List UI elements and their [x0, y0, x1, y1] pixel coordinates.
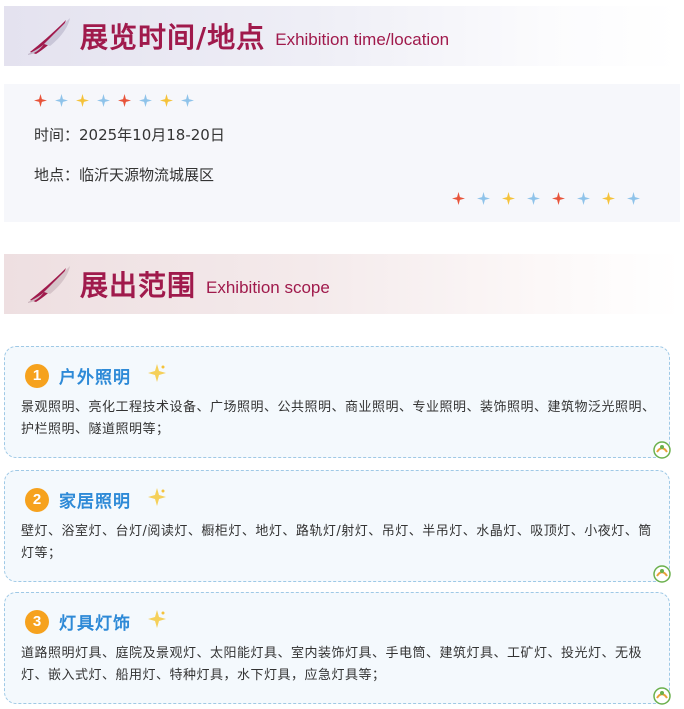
sparkle-icon — [97, 94, 110, 107]
sparkle-icon — [139, 94, 152, 107]
card-header: 3 灯具灯饰 — [25, 609, 167, 634]
number-badge: 2 — [25, 487, 49, 512]
scope-card-home-lighting: 2 家居照明 壁灯、浴室灯、台灯/阅读灯、橱柜灯、地灯、路轨灯/射灯、吊灯、半吊… — [4, 470, 671, 583]
brush-logo-icon — [28, 18, 70, 55]
sparkle-icon — [527, 192, 540, 205]
small-logo-icon — [653, 687, 671, 705]
card-description: 道路照明灯具、庭院及景观灯、太阳能灯具、室内装饰灯具、手电筒、建筑灯具、工矿灯、… — [21, 646, 643, 683]
small-logo-icon — [653, 441, 671, 459]
sparkle-icon — [76, 94, 89, 107]
sparkle-icon — [160, 94, 173, 107]
section-banner-time-location: 展览时间/地点 Exhibition time/location — [4, 6, 680, 66]
card-description: 景观照明、亮化工程技术设备、广场照明、公共照明、商业照明、专业照明、装饰照明、建… — [21, 400, 656, 437]
exhibition-time: 时间：2025年10月18-20日 — [34, 126, 225, 144]
small-logo-icon — [653, 565, 671, 583]
star-sparkle-icon — [148, 609, 166, 628]
star-sparkle-icon — [148, 487, 166, 506]
sparkle-icon — [452, 192, 465, 205]
card-description: 壁灯、浴室灯、台灯/阅读灯、橱柜灯、地灯、路轨灯/射灯、吊灯、半吊灯、水晶灯、吸… — [21, 524, 652, 561]
sparkle-icon — [55, 94, 68, 107]
sparkle-icon — [502, 192, 515, 205]
sparkle-row-top — [34, 94, 194, 107]
section-subtitle: Exhibition scope — [206, 278, 330, 297]
card-header: 2 家居照明 — [25, 487, 167, 512]
sparkle-icon — [577, 192, 590, 205]
scope-card-outdoor-lighting: 1 户外照明 景观照明、亮化工程技术设备、广场照明、公共照明、商业照明、专业照明… — [4, 346, 671, 459]
number-badge: 3 — [25, 609, 49, 634]
number-badge: 1 — [25, 363, 49, 388]
sparkle-icon — [118, 94, 131, 107]
card-header: 1 户外照明 — [25, 363, 167, 388]
section-title: 展出范围 — [80, 269, 197, 302]
card-title: 家居照明 — [59, 492, 131, 512]
exhibition-location: 地点：临沂天源物流城展区 — [34, 166, 215, 184]
card-title: 灯具灯饰 — [59, 614, 131, 634]
sparkle-icon — [34, 94, 47, 107]
sparkle-icon — [627, 192, 640, 205]
sparkle-row-bottom — [452, 192, 640, 205]
section-title: 展览时间/地点 — [80, 21, 266, 54]
sparkle-icon — [602, 192, 615, 205]
time-location-box: 时间：2025年10月18-20日 地点：临沂天源物流城展区 — [4, 84, 680, 222]
sparkle-icon — [552, 192, 565, 205]
section-subtitle: Exhibition time/location — [275, 30, 450, 49]
card-title: 户外照明 — [59, 368, 131, 388]
star-sparkle-icon — [148, 363, 166, 382]
sparkle-icon — [477, 192, 490, 205]
sparkle-icon — [181, 94, 194, 107]
scope-card-lamps-decor: 3 灯具灯饰 道路照明灯具、庭院及景观灯、太阳能灯具、室内装饰灯具、手电筒、建筑… — [4, 592, 671, 705]
brush-logo-icon — [28, 266, 70, 303]
section-banner-scope: 展出范围 Exhibition scope — [4, 254, 680, 314]
